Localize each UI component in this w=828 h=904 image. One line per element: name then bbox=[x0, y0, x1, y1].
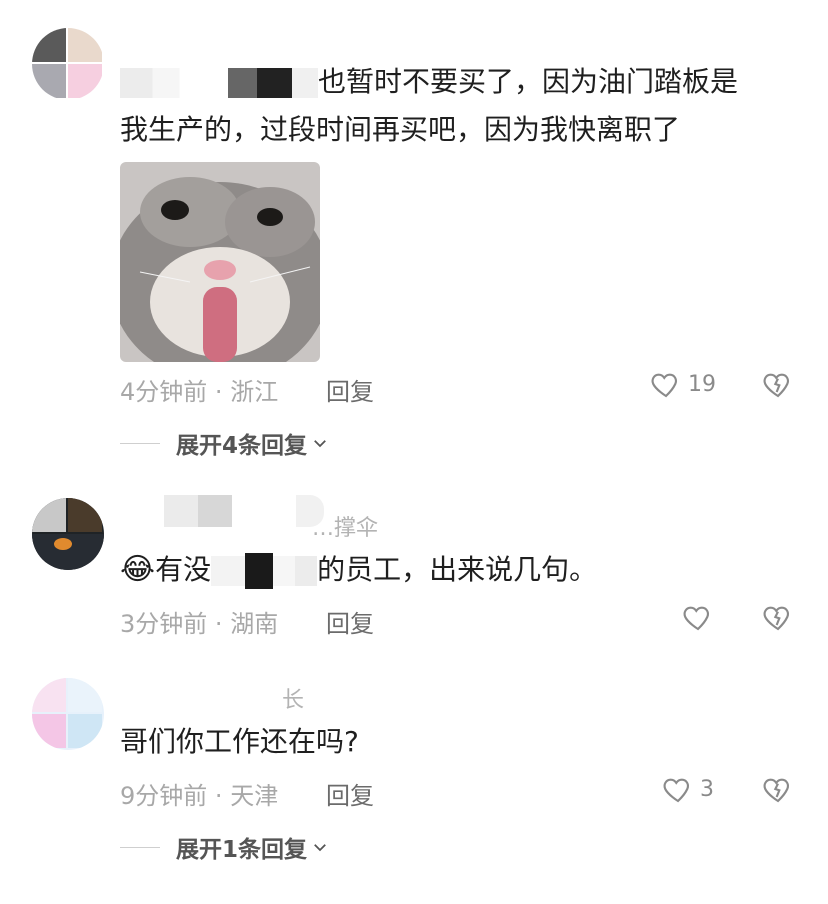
redacted-block bbox=[228, 68, 292, 98]
emoji: 😂 bbox=[120, 552, 156, 587]
redacted-block bbox=[273, 556, 318, 586]
comment-meta: 3分钟前 · 湖南 bbox=[120, 610, 279, 638]
like-button[interactable] bbox=[682, 601, 720, 633]
redacted-block bbox=[164, 495, 198, 527]
chevron-down-icon bbox=[314, 844, 326, 852]
avatar[interactable] bbox=[32, 678, 104, 750]
comment-meta: 9分钟前 · 天津 bbox=[120, 782, 279, 810]
dislike-button[interactable] bbox=[762, 368, 794, 404]
redacted-block bbox=[198, 495, 232, 527]
dislike-button[interactable] bbox=[762, 773, 794, 809]
broken-heart-icon bbox=[763, 606, 789, 631]
reply-button[interactable]: 回复 bbox=[326, 604, 374, 639]
broken-heart-icon bbox=[763, 778, 789, 803]
redacted-block bbox=[120, 68, 228, 98]
comment-text: 😂有没 的员工，出来说几句。 bbox=[120, 552, 598, 589]
expand-replies-button[interactable]: 展开1条回复 bbox=[120, 830, 329, 864]
broken-heart-icon bbox=[763, 373, 789, 398]
expand-replies-button[interactable]: 展开4条回复 bbox=[120, 426, 329, 460]
cat-sticker-image[interactable] bbox=[120, 162, 320, 362]
like-button[interactable]: 3 bbox=[662, 773, 714, 805]
divider bbox=[120, 846, 160, 848]
comment-text: 也暂时不要买了，因为油门踏板是 我生产的，过段时间再买吧，因为我快离职了 bbox=[120, 65, 739, 146]
heart-icon bbox=[683, 606, 709, 631]
heart-icon bbox=[651, 373, 677, 398]
chevron-down-icon bbox=[314, 440, 326, 448]
reply-button[interactable]: 回复 bbox=[326, 372, 374, 407]
username[interactable]: …撑伞 bbox=[312, 510, 378, 542]
comment-meta: 4分钟前 · 浙江 bbox=[120, 378, 279, 406]
comment-text: 哥们你工作还在吗? bbox=[120, 725, 359, 758]
redacted-block bbox=[292, 68, 318, 98]
username[interactable]: 长 bbox=[282, 682, 304, 714]
like-button[interactable]: 19 bbox=[650, 368, 716, 400]
like-count: 3 bbox=[700, 776, 714, 802]
redacted-block bbox=[211, 556, 246, 586]
avatar[interactable] bbox=[32, 28, 104, 100]
avatar[interactable] bbox=[32, 498, 104, 570]
divider bbox=[120, 442, 160, 444]
reply-button[interactable]: 回复 bbox=[326, 776, 374, 811]
heart-icon bbox=[663, 778, 689, 803]
dislike-button[interactable] bbox=[762, 601, 794, 637]
like-count: 19 bbox=[688, 371, 716, 397]
redacted-block bbox=[245, 553, 274, 589]
